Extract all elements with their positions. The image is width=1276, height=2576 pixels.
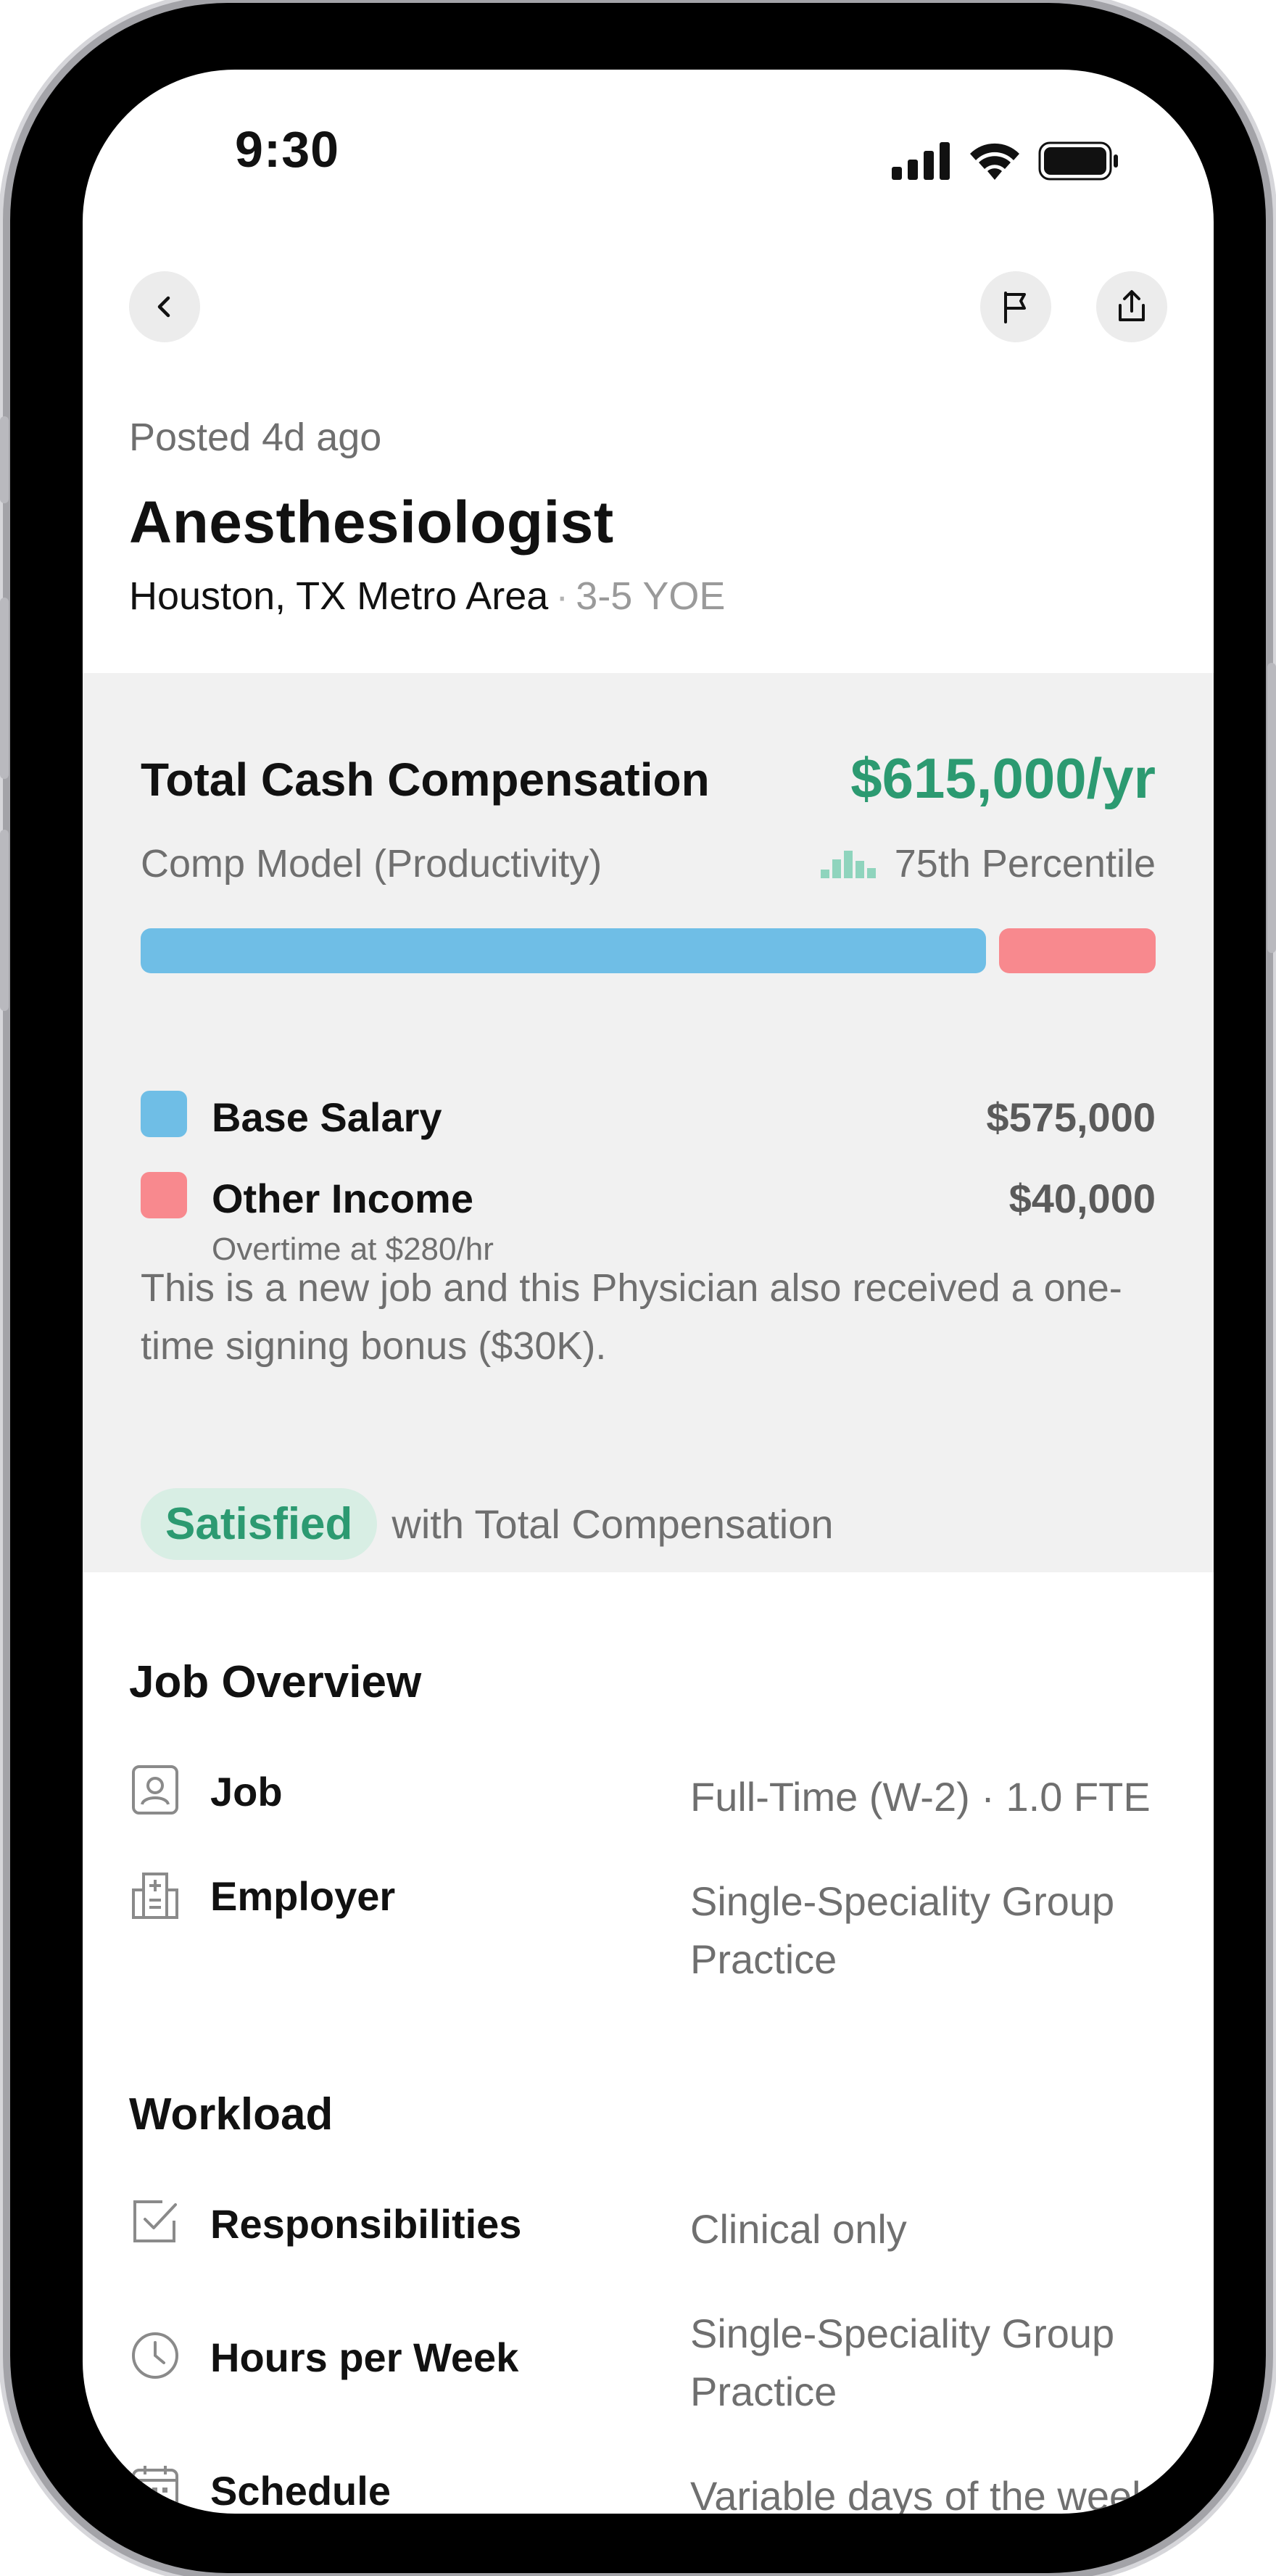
- flag-icon: [1004, 292, 1026, 323]
- row-value: Single-Speciality Group Practice: [690, 1878, 1115, 1982]
- base-salary-swatch: [141, 1091, 187, 1137]
- satisfaction-badge: Satisfied: [141, 1488, 378, 1560]
- row-value: Variable days of the week, day & night s…: [690, 2473, 1164, 2514]
- clock-icon: [132, 2332, 178, 2379]
- back-button[interactable]: [129, 271, 200, 342]
- legend-value: $575,000: [986, 1094, 1156, 1140]
- location: Houston, TX Metro Area: [129, 574, 549, 618]
- other-income-bar: [999, 928, 1156, 973]
- separator-dot: ·: [555, 574, 569, 618]
- page-title: Anesthesiologist: [129, 490, 614, 556]
- other-income-swatch: [141, 1172, 187, 1218]
- id-badge-icon: [132, 1765, 178, 1815]
- satisfaction-row: Satisfied with Total Compensation: [141, 1488, 834, 1560]
- percentile-chart-icon: [820, 851, 876, 878]
- legend-label: Base Salary: [212, 1094, 442, 1140]
- status-time: 9:30: [235, 121, 340, 178]
- compensation-note: This is a new job and this Physician als…: [141, 1266, 1122, 1368]
- flag-button[interactable]: [980, 271, 1051, 342]
- legend-value: $40,000: [1008, 1176, 1156, 1221]
- power-button: [1267, 663, 1276, 953]
- id-badge-icon: [129, 1764, 181, 1816]
- screen: 9:30 Posted 4d ago Anesthesiologist Hous…: [83, 70, 1214, 2514]
- row-label: Responsibilities: [210, 2201, 522, 2247]
- device-frame: 9:30 Posted 4d ago Anesthesiologist Hous…: [0, 3, 1276, 2573]
- chevron-left-icon: [157, 296, 170, 318]
- checkbox-icon: [133, 2200, 177, 2242]
- volume-up-button: [0, 598, 9, 779]
- hospital-building-icon: [132, 1873, 178, 1919]
- compensation-bar: [141, 928, 1156, 973]
- compensation-model: Comp Model (Productivity): [141, 842, 602, 886]
- action-button: [0, 416, 9, 503]
- compensation-amount: $615,000/yr: [850, 746, 1156, 810]
- job-overview-title: Job Overview: [129, 1657, 422, 1707]
- satisfaction-text: with Total Compensation: [392, 1501, 834, 1547]
- compensation-card: Total Cash Compensation $615,000/yr Comp…: [83, 673, 1214, 1572]
- posted-date: Posted 4d ago: [129, 416, 382, 459]
- wifi-icon: [970, 143, 1019, 180]
- status-icons: [892, 141, 1119, 181]
- volume-down-button: [0, 830, 9, 1011]
- location-row: Houston, TX Metro Area · 3-5 YOE: [129, 574, 725, 619]
- percentile-label: 75th Percentile: [894, 842, 1156, 886]
- legend-base-salary: Base Salary $575,000: [141, 1091, 1156, 1142]
- calendar-icon: [132, 2466, 178, 2512]
- row-value: Full-Time (W-2) · 1.0 FTE: [690, 1774, 1151, 1820]
- legend-other-income: Other Income Overtime at $280/hr $40,000: [141, 1172, 1156, 1273]
- row-label: Schedule: [210, 2468, 391, 2514]
- battery-icon: [1038, 141, 1118, 181]
- share-button[interactable]: [1096, 271, 1167, 342]
- row-value: Clinical only: [690, 2206, 907, 2252]
- base-salary-bar: [141, 928, 986, 973]
- row-label: Hours per Week: [210, 2334, 519, 2380]
- compensation-title: Total Cash Compensation: [141, 754, 710, 806]
- signal-icon: [892, 142, 950, 180]
- workload-title: Workload: [129, 2089, 334, 2139]
- calendar-icon: [129, 2463, 181, 2514]
- checkbox-icon: [129, 2196, 181, 2248]
- row-label: Employer: [210, 1873, 396, 1919]
- row-value: Single-Speciality Group Practice: [690, 2311, 1115, 2414]
- hospital-building-icon: [129, 1868, 181, 1920]
- row-label: Job: [210, 1769, 283, 1815]
- experience: 3-5 YOE: [576, 574, 726, 618]
- clock-icon: [129, 2329, 181, 2382]
- share-icon: [1119, 290, 1145, 321]
- legend-label: Other Income: [212, 1176, 473, 1221]
- percentile: 75th Percentile: [820, 841, 1156, 886]
